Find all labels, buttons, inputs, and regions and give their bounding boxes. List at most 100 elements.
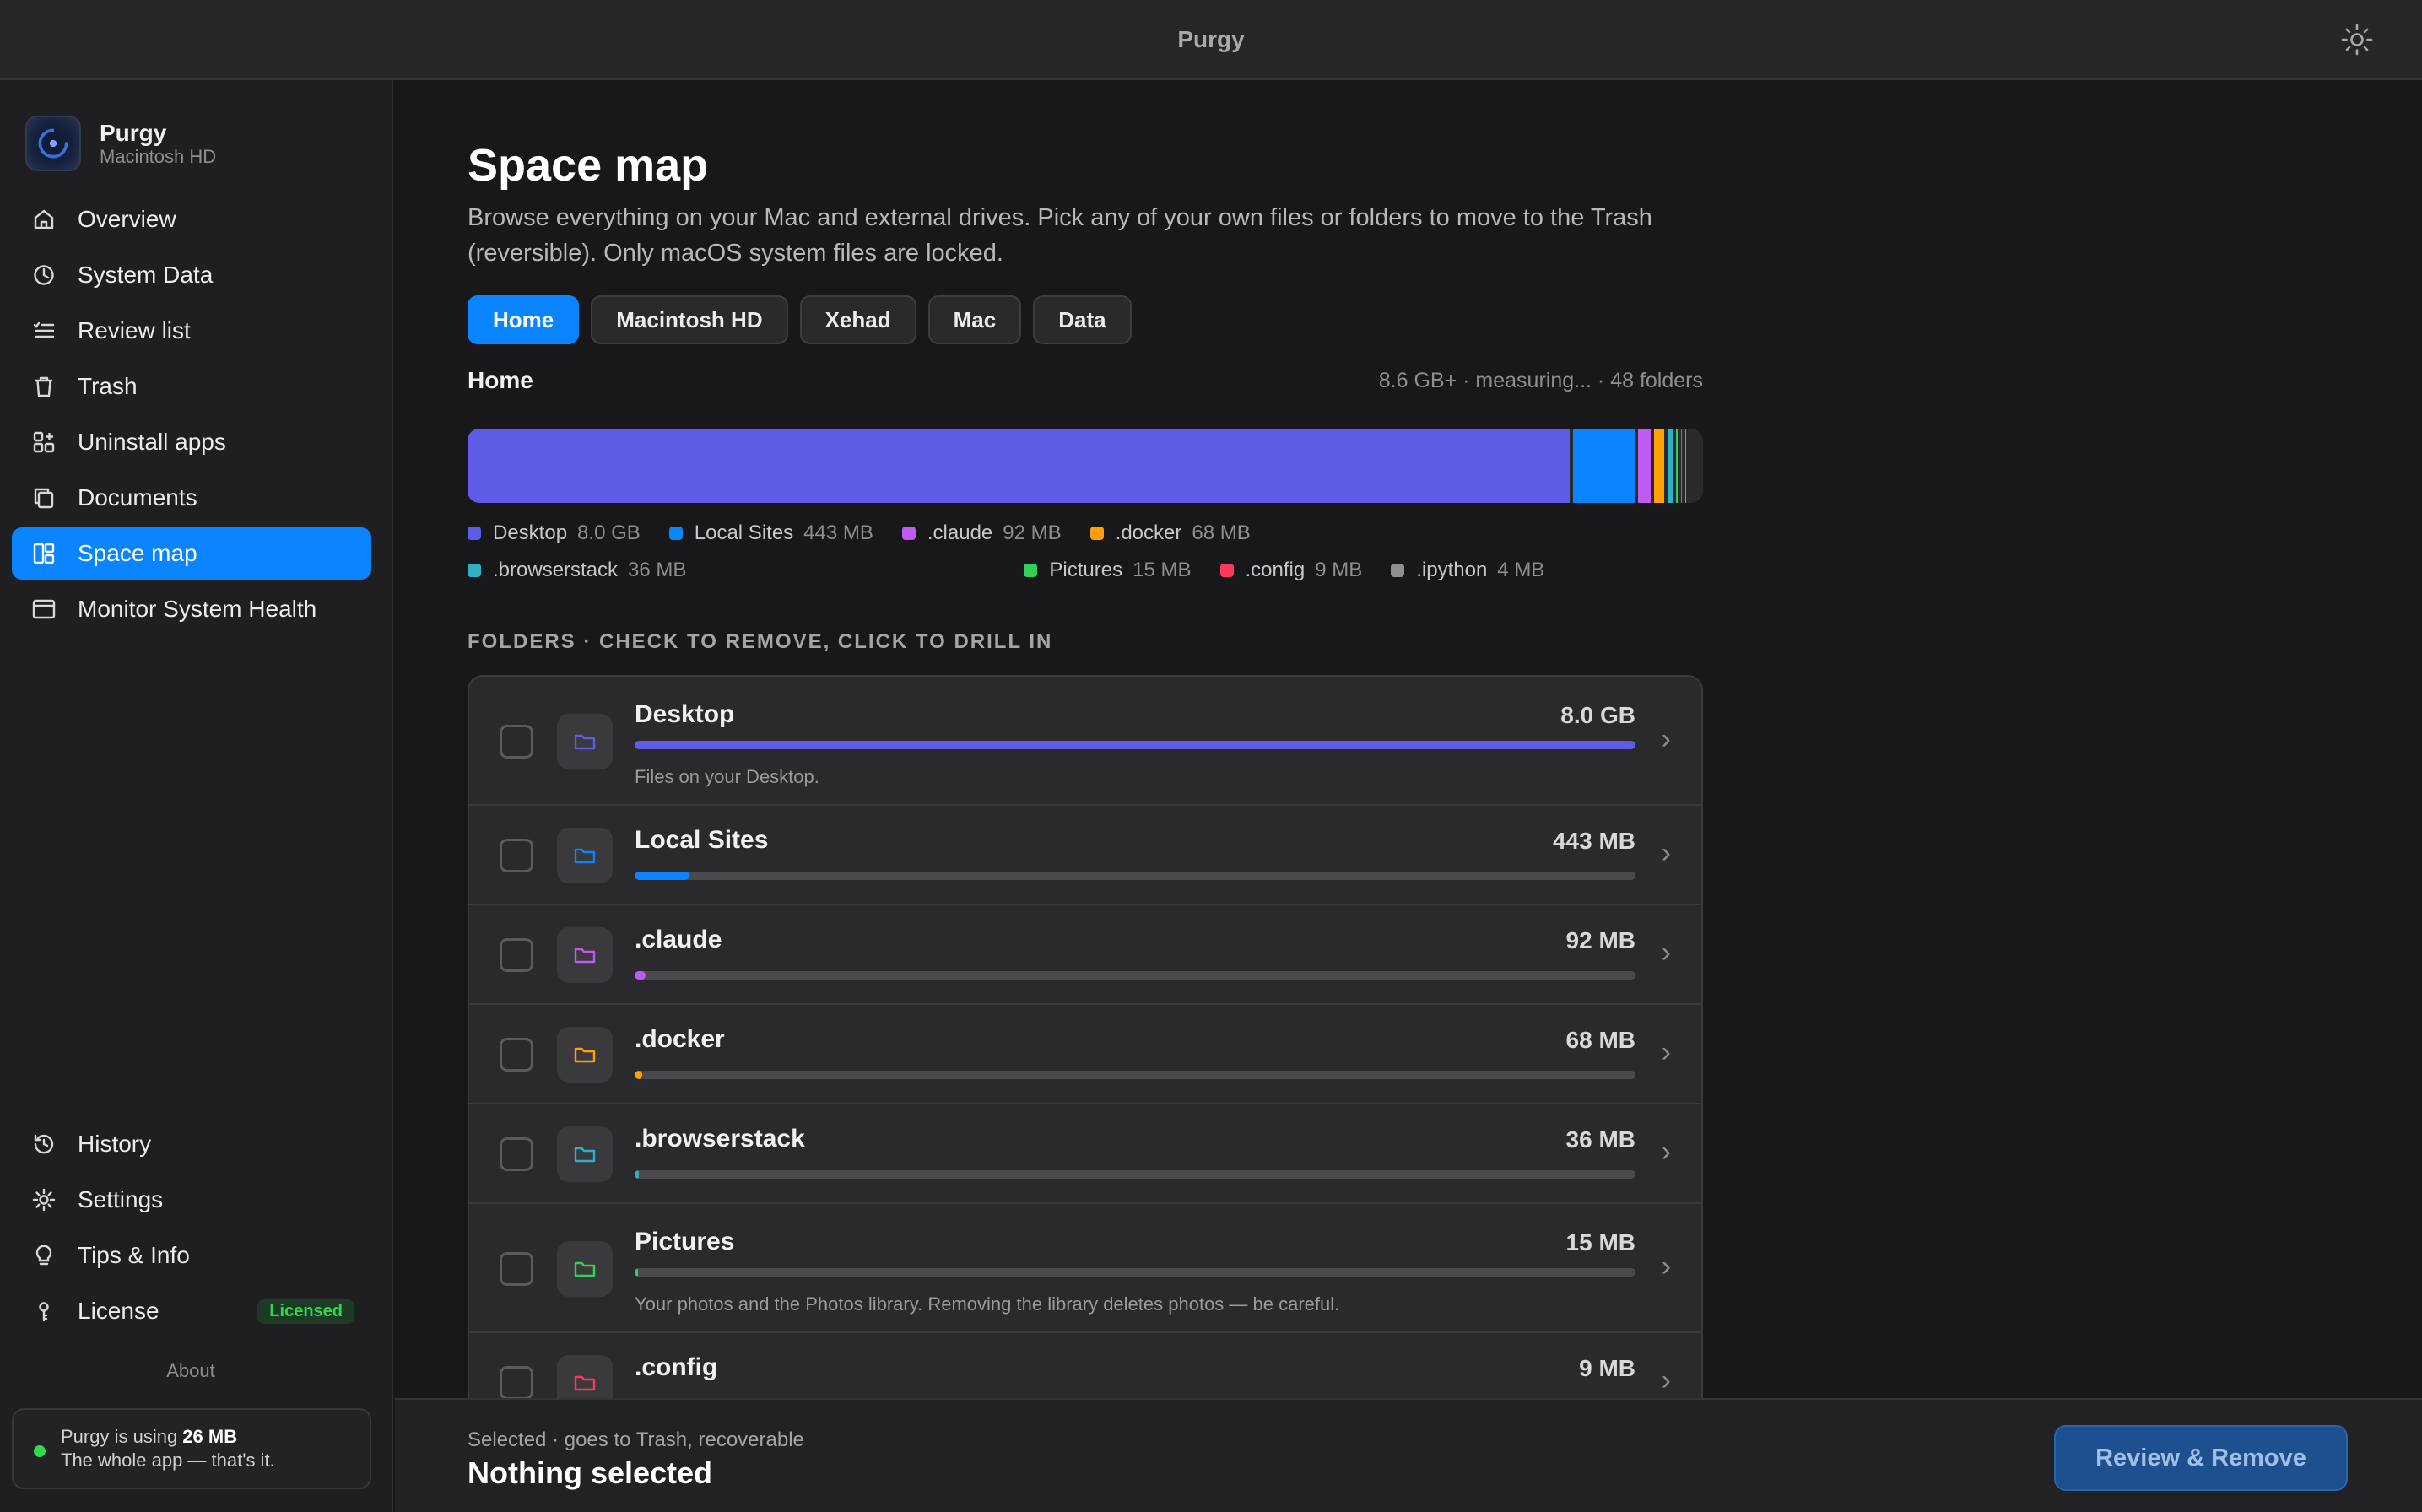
legend-size: 36 MB	[628, 559, 687, 581]
folder-row-browserstack[interactable]: .browserstack 36 MB ›	[469, 1104, 1701, 1204]
sidebar-item-overview[interactable]: Overview	[12, 193, 371, 246]
usage-prefix: Purgy is using	[61, 1426, 183, 1447]
chevron-right-icon[interactable]: ›	[1662, 1036, 1671, 1069]
sidebar-item-label: Monitor System Health	[78, 596, 317, 622]
license-status-badge: Licensed	[257, 1299, 354, 1324]
legend-item-pictures: Pictures 15 MB	[1024, 558, 1192, 583]
folder-name: Desktop	[635, 700, 735, 728]
folder-name: .claude	[635, 926, 722, 953]
secondary-nav: History Settings Tips & Info License Lic…	[12, 1118, 371, 1341]
chevron-right-icon[interactable]: ›	[1662, 837, 1671, 870]
legend-item-ipython: .ipython 4 MB	[1391, 558, 1544, 583]
folder-checkbox[interactable]	[500, 724, 533, 759]
sidebar-item-label: Uninstall apps	[78, 429, 226, 455]
sidebar-item-documents[interactable]: Documents	[12, 472, 371, 524]
folder-checkbox[interactable]	[500, 1137, 533, 1171]
chevron-right-icon[interactable]: ›	[1662, 1250, 1671, 1283]
window-titlebar: Purgy	[0, 0, 2422, 80]
space-map-icon	[30, 540, 57, 567]
space-segment-docker[interactable]	[1654, 429, 1664, 503]
folder-row-local-sites[interactable]: Local Sites 443 MB ›	[469, 806, 1701, 905]
chevron-right-icon[interactable]: ›	[1662, 937, 1671, 969]
legend-swatch	[1391, 564, 1405, 577]
folder-usage-track	[635, 1071, 1635, 1079]
folder-size: 443 MB	[1552, 828, 1635, 854]
sidebar-item-license[interactable]: License Licensed	[12, 1285, 371, 1337]
chevron-right-icon[interactable]: ›	[1662, 723, 1671, 756]
folder-name: .browserstack	[635, 1125, 805, 1153]
folder-size: 9 MB	[1579, 1355, 1635, 1381]
space-segment-config[interactable]	[1681, 429, 1683, 503]
about-link[interactable]: About	[0, 1360, 381, 1382]
chevron-right-icon[interactable]: ›	[1662, 1136, 1671, 1169]
sidebar-item-space-map[interactable]: Space map	[12, 527, 371, 580]
folder-row-desktop[interactable]: Desktop 8.0 GB Files on your Desktop. ›	[469, 677, 1701, 806]
folder-usage-track	[635, 741, 1635, 749]
sidebar: Purgy Macintosh HD Overview System Data …	[0, 80, 393, 1512]
legend-swatch	[1089, 526, 1104, 540]
sidebar-item-review-list[interactable]: Review list	[12, 305, 371, 357]
folder-checkbox[interactable]	[500, 1038, 533, 1072]
sidebar-item-settings[interactable]: Settings	[12, 1174, 371, 1226]
space-segment-desktop[interactable]	[468, 429, 1570, 503]
checklist-icon	[30, 317, 57, 344]
space-segment-local-sites[interactable]	[1572, 429, 1635, 503]
space-segment-pictures[interactable]	[1675, 429, 1679, 503]
app-usage-card: Purgy is using 26 MB The whole app — tha…	[12, 1408, 371, 1489]
scope-data-button[interactable]: Data	[1033, 295, 1132, 344]
legend-size: 9 MB	[1315, 559, 1363, 581]
legend-size: 68 MB	[1192, 521, 1251, 544]
folder-description: Files on your Desktop.	[635, 766, 819, 787]
sidebar-item-label: Overview	[78, 206, 176, 232]
sidebar-item-label: Tips & Info	[78, 1242, 190, 1268]
folder-usage-fill	[635, 872, 690, 880]
space-segment-claude[interactable]	[1638, 429, 1652, 503]
chevron-right-icon[interactable]: ›	[1662, 1364, 1671, 1397]
legend-name: .browserstack	[493, 559, 619, 581]
usage-tagline: The whole app — that's it.	[61, 1450, 275, 1471]
folder-row-docker[interactable]: .docker 68 MB ›	[469, 1005, 1701, 1104]
apps-grid-icon	[30, 429, 57, 456]
page-description: Browse everything on your Mac and extern…	[468, 204, 1652, 267]
theme-toggle-sun-icon[interactable]	[2341, 24, 2373, 56]
space-legend: Desktop 8.0 GB Local Sites 443 MB .claude 92 …	[468, 521, 1703, 583]
scope-xehad-button[interactable]: Xehad	[799, 295, 916, 344]
lightbulb-icon	[30, 1242, 57, 1269]
legend-size: 92 MB	[1003, 521, 1062, 544]
folder-checkbox[interactable]	[500, 1251, 533, 1286]
legend-size: 15 MB	[1133, 559, 1192, 581]
folder-row-claude[interactable]: .claude 92 MB ›	[469, 905, 1701, 1005]
sidebar-item-monitor-system-health[interactable]: Monitor System Health	[12, 583, 371, 635]
sidebar-item-label: License	[78, 1298, 159, 1324]
legend-swatch	[668, 526, 683, 540]
app-brand: Purgy Macintosh HD	[25, 116, 216, 171]
legend-swatch	[468, 564, 481, 577]
folder-row-pictures[interactable]: Pictures 15 MB Your photos and the Photos …	[469, 1204, 1701, 1333]
scope-macintosh-hd-button[interactable]: Macintosh HD	[591, 295, 788, 344]
sidebar-item-uninstall-apps[interactable]: Uninstall apps	[12, 416, 371, 468]
sidebar-item-tips-info[interactable]: Tips & Info	[12, 1229, 371, 1282]
space-segment-browserstack[interactable]	[1667, 429, 1673, 503]
folder-name: Pictures	[635, 1228, 735, 1256]
app-name: Purgy	[100, 120, 167, 146]
folder-usage-fill	[635, 1268, 639, 1277]
sidebar-item-label: Documents	[78, 484, 197, 510]
scan-status: 8.6 GB+ · measuring... · 48 folders	[1378, 369, 1703, 392]
folder-usage-fill	[635, 1170, 639, 1179]
review-remove-button[interactable]: Review & Remove	[2054, 1425, 2348, 1491]
folder-checkbox[interactable]	[500, 938, 533, 972]
sidebar-item-trash[interactable]: Trash	[12, 360, 371, 413]
scope-mac-button[interactable]: Mac	[927, 295, 1022, 344]
folder-usage-fill	[635, 971, 646, 980]
legend-item-config: .config 9 MB	[1219, 558, 1363, 583]
sidebar-item-history[interactable]: History	[12, 1118, 371, 1170]
folder-checkbox[interactable]	[500, 1366, 533, 1400]
folder-name: Local Sites	[635, 826, 769, 854]
folder-checkbox[interactable]	[500, 839, 533, 872]
folder-description: Your photos and the Photos library. Remo…	[635, 1293, 1340, 1315]
legend-swatch	[468, 526, 481, 540]
legend-name: Local Sites	[694, 521, 794, 544]
sidebar-item-system-data[interactable]: System Data	[12, 249, 371, 301]
space-segment-ipython[interactable]	[1685, 429, 1687, 503]
scope-home-button[interactable]: Home	[468, 295, 580, 344]
